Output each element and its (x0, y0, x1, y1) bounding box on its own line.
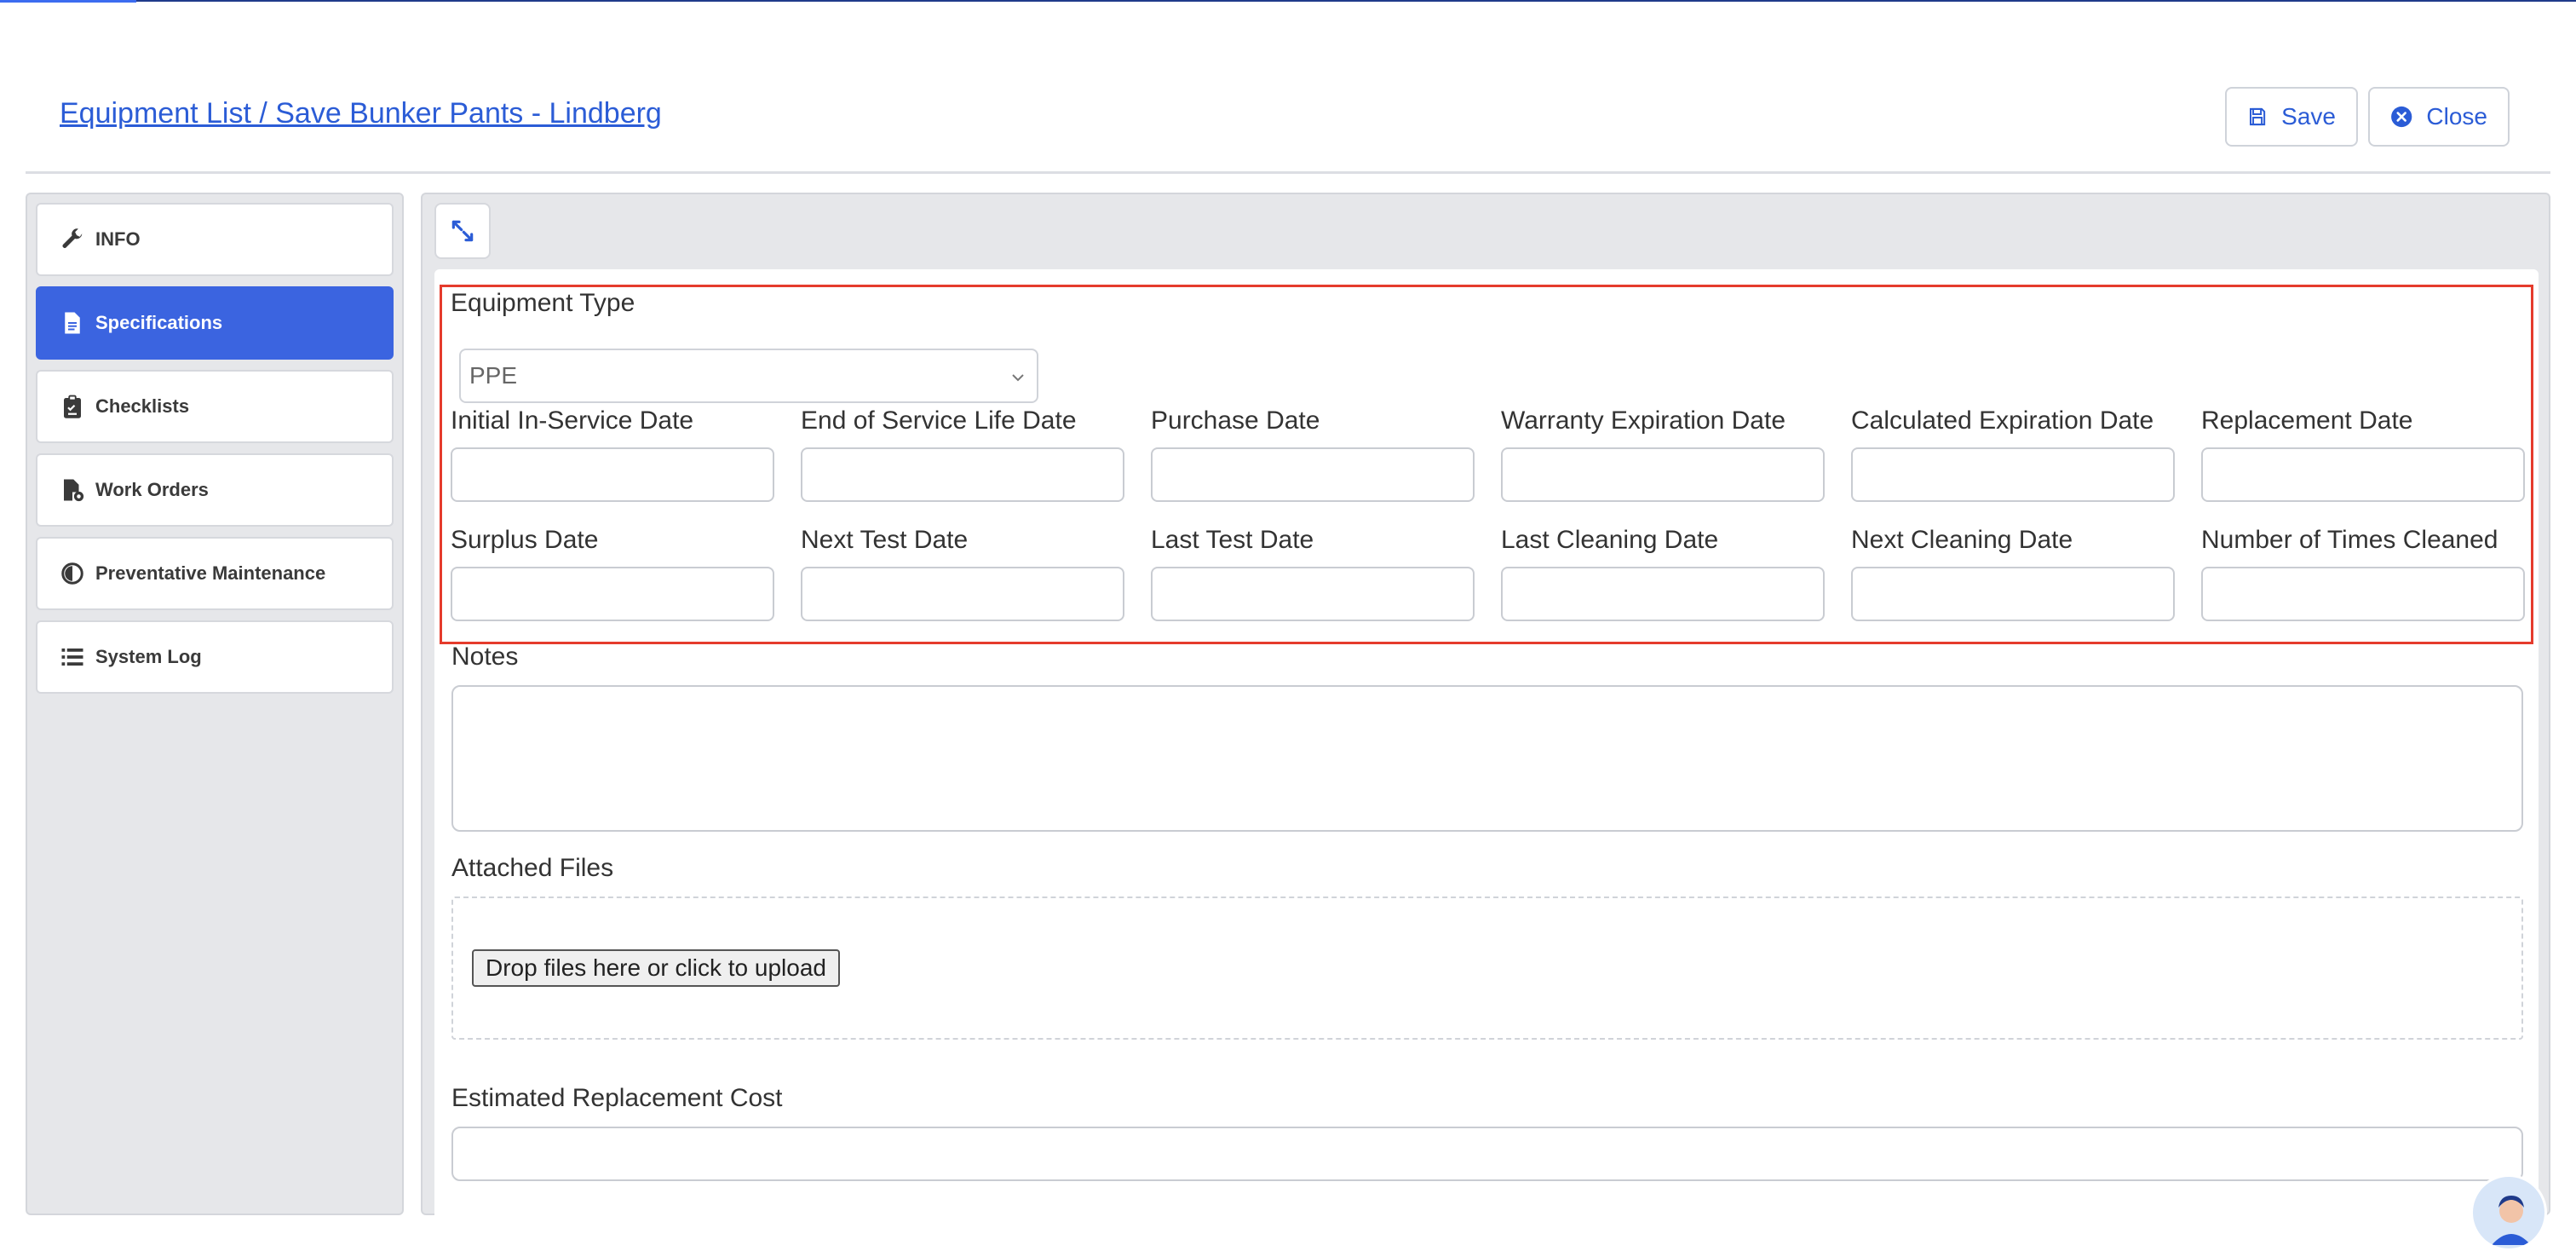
main-content: Equipment Type PPE Initial In-Service Da… (421, 193, 2550, 1224)
sidebar-item-preventative-maintenance[interactable]: Preventative Maintenance (36, 537, 394, 610)
half-circle-icon (61, 562, 83, 585)
replacement-date-label: Replacement Date (2201, 406, 2413, 435)
sidebar-item-label: INFO (95, 228, 141, 250)
calculated-expiration-date-label: Calculated Expiration Date (1851, 406, 2154, 435)
highlighted-date-fields-region: Equipment Type PPE Initial In-Service Da… (440, 285, 2533, 644)
chevron-down-icon (1012, 374, 1024, 382)
warranty-expiration-date-input[interactable] (1501, 447, 1825, 502)
top-progress-accent (0, 0, 136, 3)
calculated-expiration-date-input[interactable] (1851, 447, 2175, 502)
attached-files-label: Attached Files (451, 854, 614, 882)
sidebar-item-checklists[interactable]: Checklists (36, 370, 394, 443)
sidebar: INFO Specifications Checklists Work Orde… (26, 193, 404, 1215)
sidebar-item-work-orders[interactable]: Work Orders (36, 453, 394, 527)
number-of-times-cleaned-input[interactable] (2201, 567, 2525, 621)
notes-label: Notes (451, 643, 519, 671)
sidebar-item-label: Work Orders (95, 479, 209, 500)
sidebar-item-info[interactable]: INFO (36, 203, 394, 276)
sidebar-item-system-log[interactable]: System Log (36, 620, 394, 694)
save-label: Save (2281, 103, 2336, 130)
sidebar-item-label: Preventative Maintenance (95, 562, 326, 584)
sidebar-item-label: Checklists (95, 395, 190, 417)
close-label: Close (2426, 103, 2487, 130)
agent-avatar-icon (2492, 1196, 2531, 1245)
end-of-service-life-date-label: End of Service Life Date (801, 406, 1077, 435)
surplus-date-input[interactable] (451, 567, 774, 621)
save-button[interactable]: Save (2225, 87, 2358, 147)
sidebar-item-specifications[interactable]: Specifications (36, 286, 394, 360)
next-cleaning-date-input[interactable] (1851, 567, 2175, 621)
breadcrumb[interactable]: Equipment List / Save Bunker Pants - Lin… (60, 97, 662, 130)
close-circle-icon (2391, 106, 2412, 128)
estimated-replacement-cost-input[interactable] (451, 1127, 2523, 1181)
support-chat-avatar[interactable] (2470, 1174, 2547, 1251)
equipment-type-label: Equipment Type (451, 289, 635, 317)
expand-button[interactable] (434, 203, 491, 259)
initial-in-service-date-input[interactable] (451, 447, 774, 502)
floppy-disk-icon (2250, 107, 2266, 126)
equipment-type-value: PPE (469, 362, 518, 389)
next-test-date-input[interactable] (801, 567, 1124, 621)
last-test-date-input[interactable] (1151, 567, 1475, 621)
end-of-service-life-date-input[interactable] (801, 447, 1124, 502)
wrench-icon (62, 228, 83, 248)
surplus-date-label: Surplus Date (451, 526, 599, 554)
list-icon (61, 649, 83, 666)
page-header: Equipment List / Save Bunker Pants - Lin… (26, 85, 2550, 174)
next-cleaning-date-label: Next Cleaning Date (1851, 526, 2073, 554)
top-progress-line (0, 0, 2576, 2)
initial-in-service-date-label: Initial In-Service Date (451, 406, 694, 435)
specifications-panel: Equipment Type PPE Initial In-Service Da… (434, 269, 2539, 1224)
warranty-expiration-date-label: Warranty Expiration Date (1501, 406, 1786, 435)
purchase-date-label: Purchase Date (1151, 406, 1320, 435)
last-test-date-label: Last Test Date (1151, 526, 1314, 554)
file-dropzone[interactable]: Drop files here or click to upload (451, 896, 2523, 1040)
close-button[interactable]: Close (2368, 87, 2510, 147)
document-icon (65, 312, 80, 334)
replacement-date-input[interactable] (2201, 447, 2525, 502)
sidebar-item-label: System Log (95, 646, 202, 667)
last-cleaning-date-label: Last Cleaning Date (1501, 526, 1719, 554)
estimated-replacement-cost-label: Estimated Replacement Cost (451, 1084, 783, 1112)
clipboard-check-icon (64, 395, 81, 418)
next-test-date-label: Next Test Date (801, 526, 969, 554)
upload-button[interactable]: Drop files here or click to upload (472, 949, 840, 987)
purchase-date-input[interactable] (1151, 447, 1475, 502)
equipment-type-select[interactable]: PPE (459, 349, 1038, 403)
sidebar-item-label: Specifications (95, 312, 223, 333)
number-of-times-cleaned-label: Number of Times Cleaned (2201, 526, 2498, 554)
file-gear-icon (64, 479, 84, 502)
notes-textarea[interactable] (451, 685, 2523, 832)
last-cleaning-date-input[interactable] (1501, 567, 1825, 621)
expand-arrows-icon (451, 220, 474, 242)
